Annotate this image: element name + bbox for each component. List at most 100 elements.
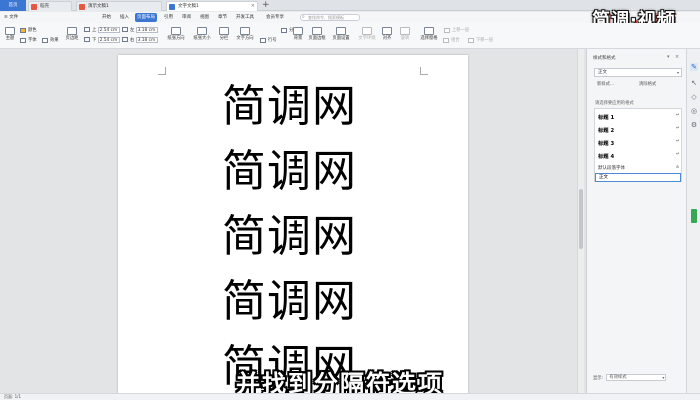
rotate-icon [400,27,410,35]
menu-member[interactable]: 会员专享 [264,13,286,22]
paragraph-mark-icon: ↵ [676,126,680,131]
menu-file[interactable]: ≡ 文件 [2,13,20,22]
page-size-button[interactable]: 纸张大小 [190,27,214,41]
page-corner-mark [158,67,166,75]
document-page[interactable]: 简调网 简调网 简调网 简调网 简调网 [118,55,468,393]
menu-page-layout[interactable]: 页面布局 [135,13,157,22]
font-icon [20,38,26,43]
style-heading-4[interactable]: 标题 4 ↵ [598,152,680,160]
styles-pane: 样式和格式 ▾ × 正文 ▾ 新样式... 清除格式 请选择要应用的格式 标题 … [586,49,686,393]
tab-label: 文字文稿1 [178,4,199,9]
colors-button[interactable]: 颜色 [20,28,37,34]
menu-review[interactable]: 审阅 [180,13,193,22]
shape-icon[interactable]: ◇ [690,93,698,101]
send-backward-icon [468,38,474,43]
menu-view[interactable]: 视图 [198,13,211,22]
tab-label: 稻壳 [40,4,49,9]
theme-button[interactable]: 主题 [3,27,17,41]
menu-insert[interactable]: 插入 [118,13,131,22]
scrollbar-thumb[interactable] [579,189,583,249]
page-border-button[interactable]: 页面边框 [306,27,328,41]
left-margin-field[interactable]: 左 3.18 cm [122,27,158,33]
close-icon[interactable]: × [251,2,255,11]
group-icon [443,38,449,43]
command-search-input[interactable]: ⌕ 查找命令、搜索模板 [300,14,360,21]
orientation-icon [171,27,181,35]
color-palette-icon [20,28,26,33]
text-wrap-icon [362,27,372,35]
vertical-scrollbar[interactable] [577,49,584,393]
page-setup-button[interactable]: 页面设置 [330,27,352,41]
tab-presentation[interactable]: 演示文稿1 [76,1,162,11]
home-tab[interactable]: 首页 [0,0,26,11]
orientation-button[interactable]: 纸张方向 [164,27,188,41]
margin-right-icon [122,37,128,42]
breaks-icon [281,28,287,33]
style-normal-selected[interactable]: 正文 [595,173,681,182]
bottom-margin-field[interactable]: 下 2.54 cm [84,37,120,43]
document-text-line[interactable]: 简调网 [222,277,357,327]
rotate-button[interactable]: 旋转 [398,27,412,41]
menu-developer[interactable]: 开发工具 [234,13,256,22]
style-default-paragraph-font[interactable]: 默认段落字体 a [598,165,679,171]
right-margin-field[interactable]: 右 3.18 cm [122,37,158,43]
pane-footer: 显示: 有效样式 ▾ [593,374,667,381]
menu-home[interactable]: 开始 [100,13,113,22]
new-tab-button[interactable]: + [262,0,270,10]
clear-format-button[interactable]: 清除格式 [639,81,656,87]
line-number-button[interactable]: 行号 [260,38,277,44]
paragraph-mark-icon: ↵ [676,113,680,118]
document-text-line[interactable]: 简调网 [222,82,357,132]
style-list: 标题 1 ↵ 标题 2 ↵ 标题 3 ↵ 标题 4 ↵ 默认段落字体 a 正文 [594,108,682,182]
page-size-icon [197,27,207,35]
align-button[interactable]: 对齐 [380,27,394,41]
paragraph-mark-icon: ↵ [676,152,680,157]
green-tool-icon[interactable] [691,209,697,223]
margin-left-icon [122,27,128,32]
side-icon-strip: ✎ ↖ ◇ ◎ ⚙ [686,49,700,393]
background-icon [293,27,303,35]
new-style-button[interactable]: 新样式... [597,81,614,87]
chevron-down-icon: ▾ [676,70,679,75]
page-border-icon [312,27,322,35]
text-wrap-button[interactable]: 文字环绕 [356,27,378,41]
document-text-line[interactable]: 简调网 [222,147,357,197]
group-button[interactable]: 组合 [443,38,460,44]
document-canvas: 简调网 简调网 简调网 简调网 简调网 [0,49,586,393]
top-margin-field[interactable]: 上 2.54 cm [84,27,120,33]
margin-bottom-icon [84,37,90,42]
columns-icon [219,27,229,35]
paragraph-mark-icon: ↵ [676,139,680,144]
background-button[interactable]: 背景 [290,27,306,41]
margins-button[interactable]: 页边距 [62,27,82,41]
settings-icon[interactable]: ⚙ [690,121,698,129]
styles-pane-icon[interactable]: ✎ [690,63,698,71]
fonts-button[interactable]: 字体 [20,38,37,44]
menu-section[interactable]: 章节 [216,13,229,22]
show-styles-select[interactable]: 有效样式 ▾ [606,374,667,381]
select-icon[interactable]: ↖ [690,79,698,87]
pane-close-icon[interactable]: × [675,54,679,60]
line-number-icon [260,38,266,43]
document-text-line[interactable]: 简调网 [222,212,357,262]
menu-references[interactable]: 引用 [162,13,175,22]
style-heading-3[interactable]: 标题 3 ↵ [598,139,680,147]
send-backward-button[interactable]: 下移一层 [468,38,493,44]
effects-button[interactable]: 效果 [42,38,59,44]
bring-forward-button[interactable]: 上移一层 [444,28,469,34]
tab-label: 演示文稿1 [88,4,109,9]
style-heading-1[interactable]: 标题 1 ↵ [598,113,680,121]
character-style-icon: a [676,165,679,170]
tab-document[interactable]: 文字文稿1 × [166,1,258,11]
writer-icon [169,4,175,10]
text-direction-button[interactable]: 文字方向 [233,27,257,41]
pane-hint: 请选择要应用的格式 [595,101,634,106]
columns-button[interactable]: 分栏 [216,27,232,41]
style-heading-2[interactable]: 标题 2 ↵ [598,126,680,134]
current-style-select[interactable]: 正文 ▾ [594,68,682,77]
tab-docer[interactable]: 稻壳 [28,1,72,11]
properties-icon[interactable]: ◎ [690,107,698,115]
pane-menu-icon[interactable]: ▾ [667,54,670,60]
docer-icon [31,4,37,10]
selection-pane-button[interactable]: 选择窗格 [418,27,440,41]
